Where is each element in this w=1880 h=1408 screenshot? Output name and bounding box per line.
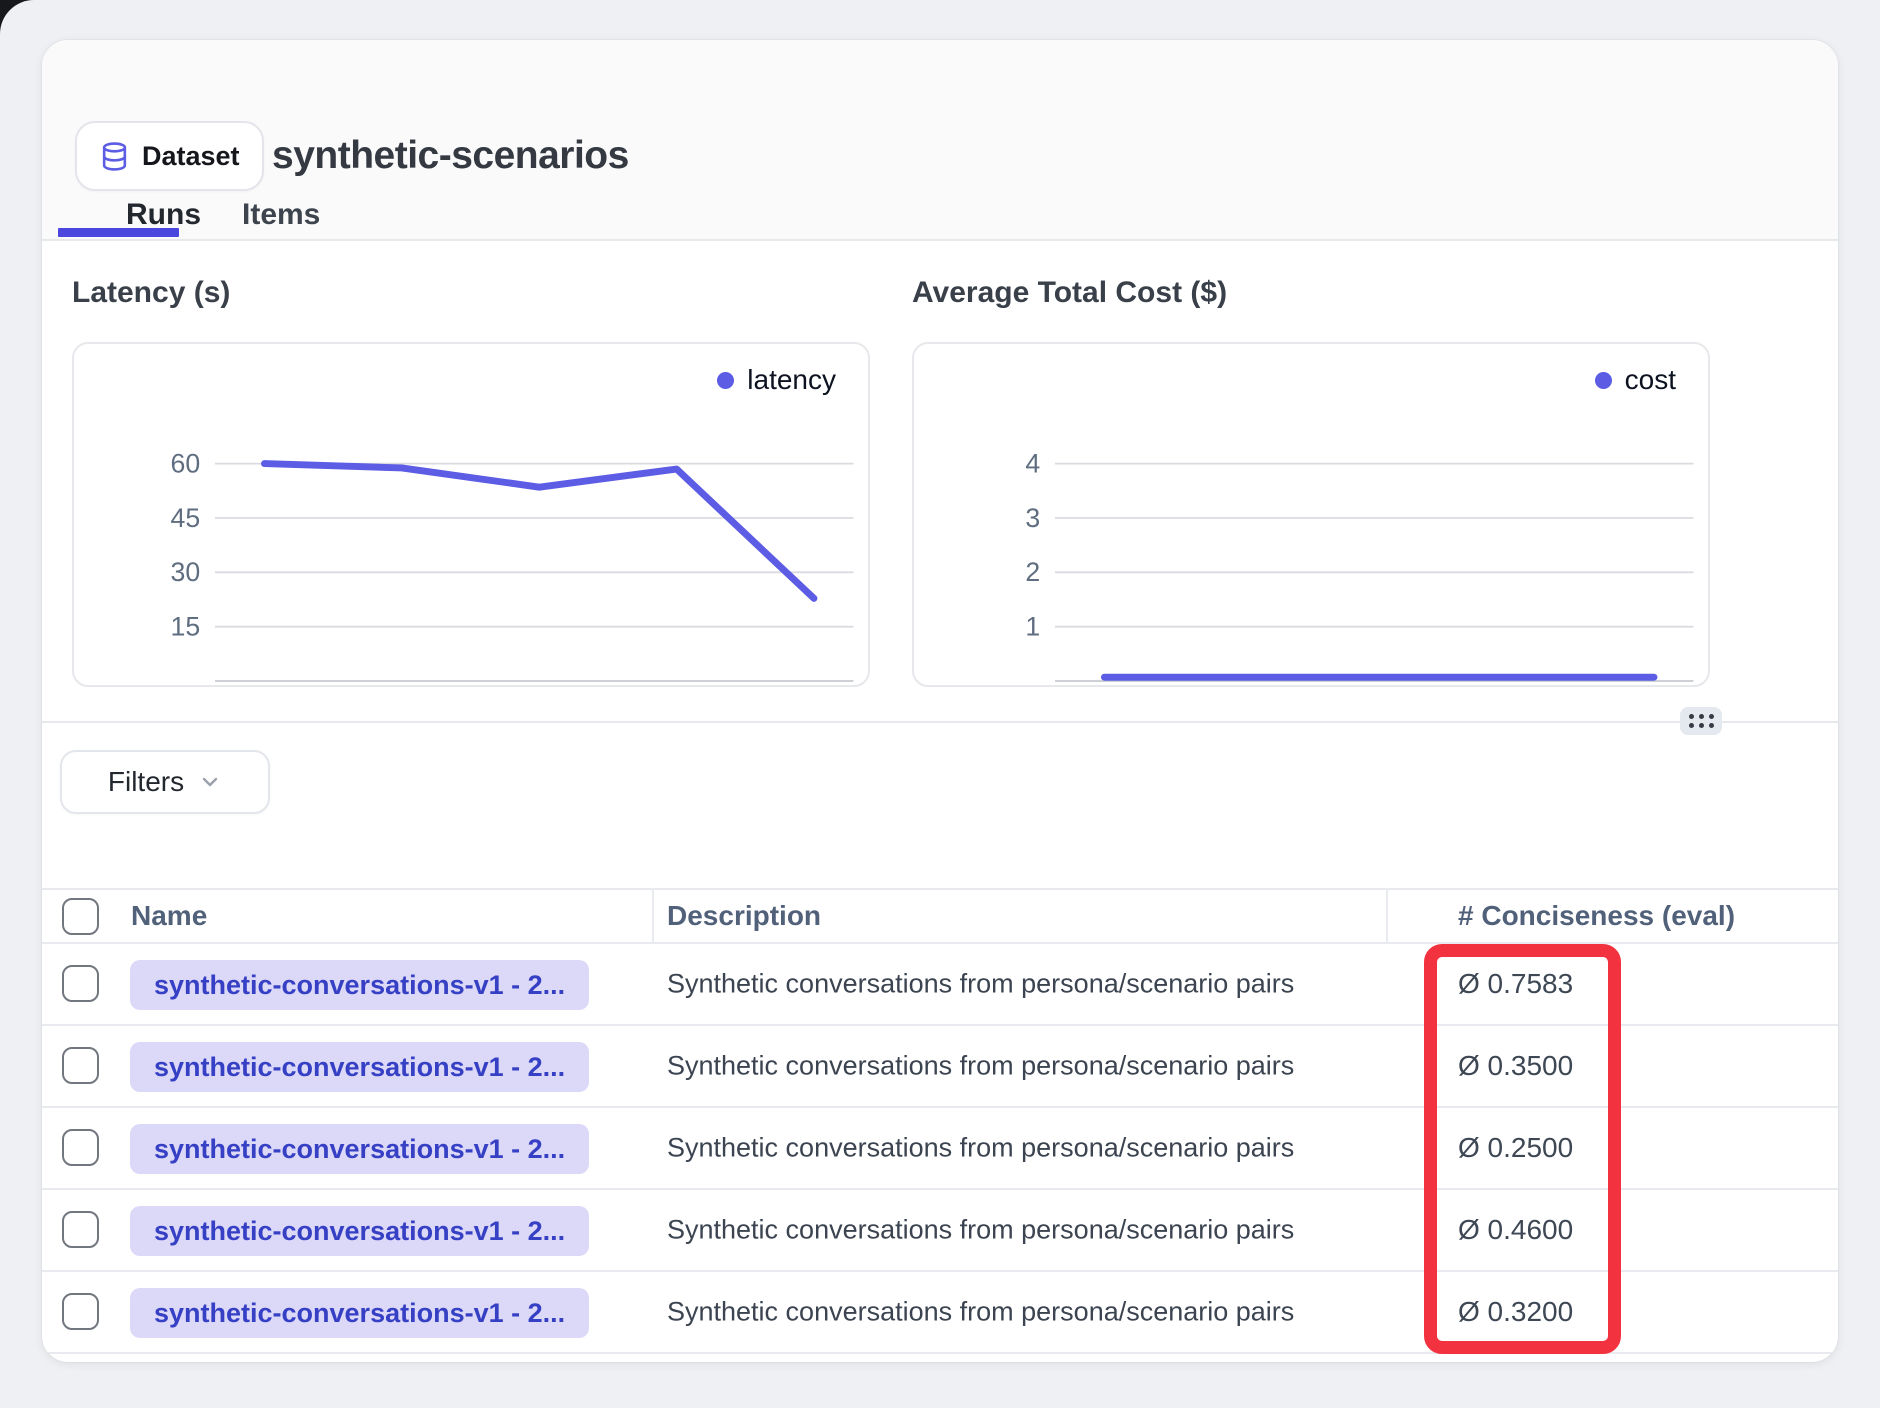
- database-icon: [99, 141, 130, 172]
- row-checkbox[interactable]: [62, 1129, 99, 1166]
- run-name-link[interactable]: synthetic-conversations-v1 - 2...: [130, 1288, 589, 1338]
- page-background: Dataset synthetic-scenarios Runs Items L…: [0, 0, 1880, 1408]
- cost-plot: 4 3 2 1: [914, 344, 1708, 685]
- run-name-link[interactable]: synthetic-conversations-v1 - 2...: [130, 1042, 589, 1092]
- table-row: synthetic-conversations-v1 - 2... Synthet…: [42, 944, 1838, 1026]
- run-name-link[interactable]: synthetic-conversations-v1 - 2...: [130, 1124, 589, 1174]
- y-axis-tick-label: 4: [1025, 448, 1040, 478]
- table-row: synthetic-conversations-v1 - 2... Synthet…: [42, 1108, 1838, 1190]
- run-description: Synthetic conversations from persona/sce…: [667, 1133, 1294, 1164]
- run-description: Synthetic conversations from persona/sce…: [667, 969, 1294, 1000]
- latency-chart: 60 45 30 15 latency: [72, 342, 870, 687]
- table-row: synthetic-conversations-v1 - 2... Synthet…: [42, 1026, 1838, 1108]
- tab-items[interactable]: Items: [242, 198, 320, 232]
- run-name-link[interactable]: synthetic-conversations-v1 - 2...: [130, 960, 589, 1010]
- row-checkbox[interactable]: [62, 1293, 99, 1330]
- table-row: synthetic-conversations-v1 - 2... Synthet…: [42, 1272, 1838, 1354]
- y-axis-tick-label: 15: [171, 612, 201, 642]
- y-axis-tick-label: 2: [1025, 557, 1040, 587]
- charts-section-divider: [42, 721, 1838, 723]
- legend-label: cost: [1625, 364, 1676, 396]
- grip-dots-icon: [1689, 714, 1714, 728]
- latency-chart-title: Latency (s): [72, 276, 230, 310]
- run-name-link[interactable]: synthetic-conversations-v1 - 2...: [130, 1206, 589, 1256]
- latency-chart-legend: latency: [717, 364, 836, 396]
- filters-button-label: Filters: [108, 766, 184, 798]
- tab-runs[interactable]: Runs: [126, 198, 201, 232]
- row-checkbox[interactable]: [62, 965, 99, 1002]
- y-axis-tick-label: 1: [1025, 612, 1040, 642]
- dataset-badge: Dataset: [75, 121, 264, 191]
- run-description: Synthetic conversations from persona/sce…: [667, 1051, 1294, 1082]
- legend-dot-icon: [1595, 372, 1612, 389]
- legend-label: latency: [747, 364, 836, 396]
- column-header-name: Name: [131, 900, 207, 932]
- legend-dot-icon: [717, 372, 734, 389]
- table-header-row: Name Description # Conciseness (eval): [42, 888, 1838, 944]
- cost-chart-title: Average Total Cost ($): [912, 276, 1227, 310]
- conciseness-value: Ø 0.2500: [1458, 1132, 1573, 1164]
- run-description: Synthetic conversations from persona/sce…: [667, 1215, 1294, 1246]
- column-header-description: Description: [667, 900, 821, 932]
- page-title: synthetic-scenarios: [272, 134, 629, 178]
- conciseness-value: Ø 0.4600: [1458, 1214, 1573, 1246]
- run-description: Synthetic conversations from persona/sce…: [667, 1297, 1294, 1328]
- y-axis-tick-label: 45: [171, 503, 201, 533]
- cost-chart-legend: cost: [1595, 364, 1676, 396]
- filters-button[interactable]: Filters: [60, 750, 270, 814]
- cost-chart: 4 3 2 1 cost: [912, 342, 1710, 687]
- column-header-conciseness: # Conciseness (eval): [1458, 900, 1735, 932]
- row-checkbox[interactable]: [62, 1047, 99, 1084]
- header-divider: [42, 239, 1838, 241]
- dataset-panel: Dataset synthetic-scenarios Runs Items L…: [42, 40, 1838, 1362]
- runs-table: Name Description # Conciseness (eval) sy…: [42, 888, 1838, 1354]
- conciseness-value: Ø 0.3500: [1458, 1050, 1573, 1082]
- conciseness-value: Ø 0.7583: [1458, 968, 1573, 1000]
- latency-line: [264, 464, 814, 599]
- conciseness-value: Ø 0.3200: [1458, 1296, 1573, 1328]
- y-axis-tick-label: 30: [171, 557, 201, 587]
- active-tab-underline: [58, 228, 179, 237]
- row-checkbox[interactable]: [62, 1211, 99, 1248]
- y-axis-tick-label: 60: [171, 448, 201, 478]
- select-all-checkbox[interactable]: [62, 898, 99, 935]
- chevron-down-icon: [198, 770, 222, 794]
- dataset-badge-label: Dataset: [142, 141, 240, 172]
- resize-grip-handle[interactable]: [1680, 707, 1722, 735]
- table-row: synthetic-conversations-v1 - 2... Synthet…: [42, 1190, 1838, 1272]
- y-axis-tick-label: 3: [1025, 503, 1040, 533]
